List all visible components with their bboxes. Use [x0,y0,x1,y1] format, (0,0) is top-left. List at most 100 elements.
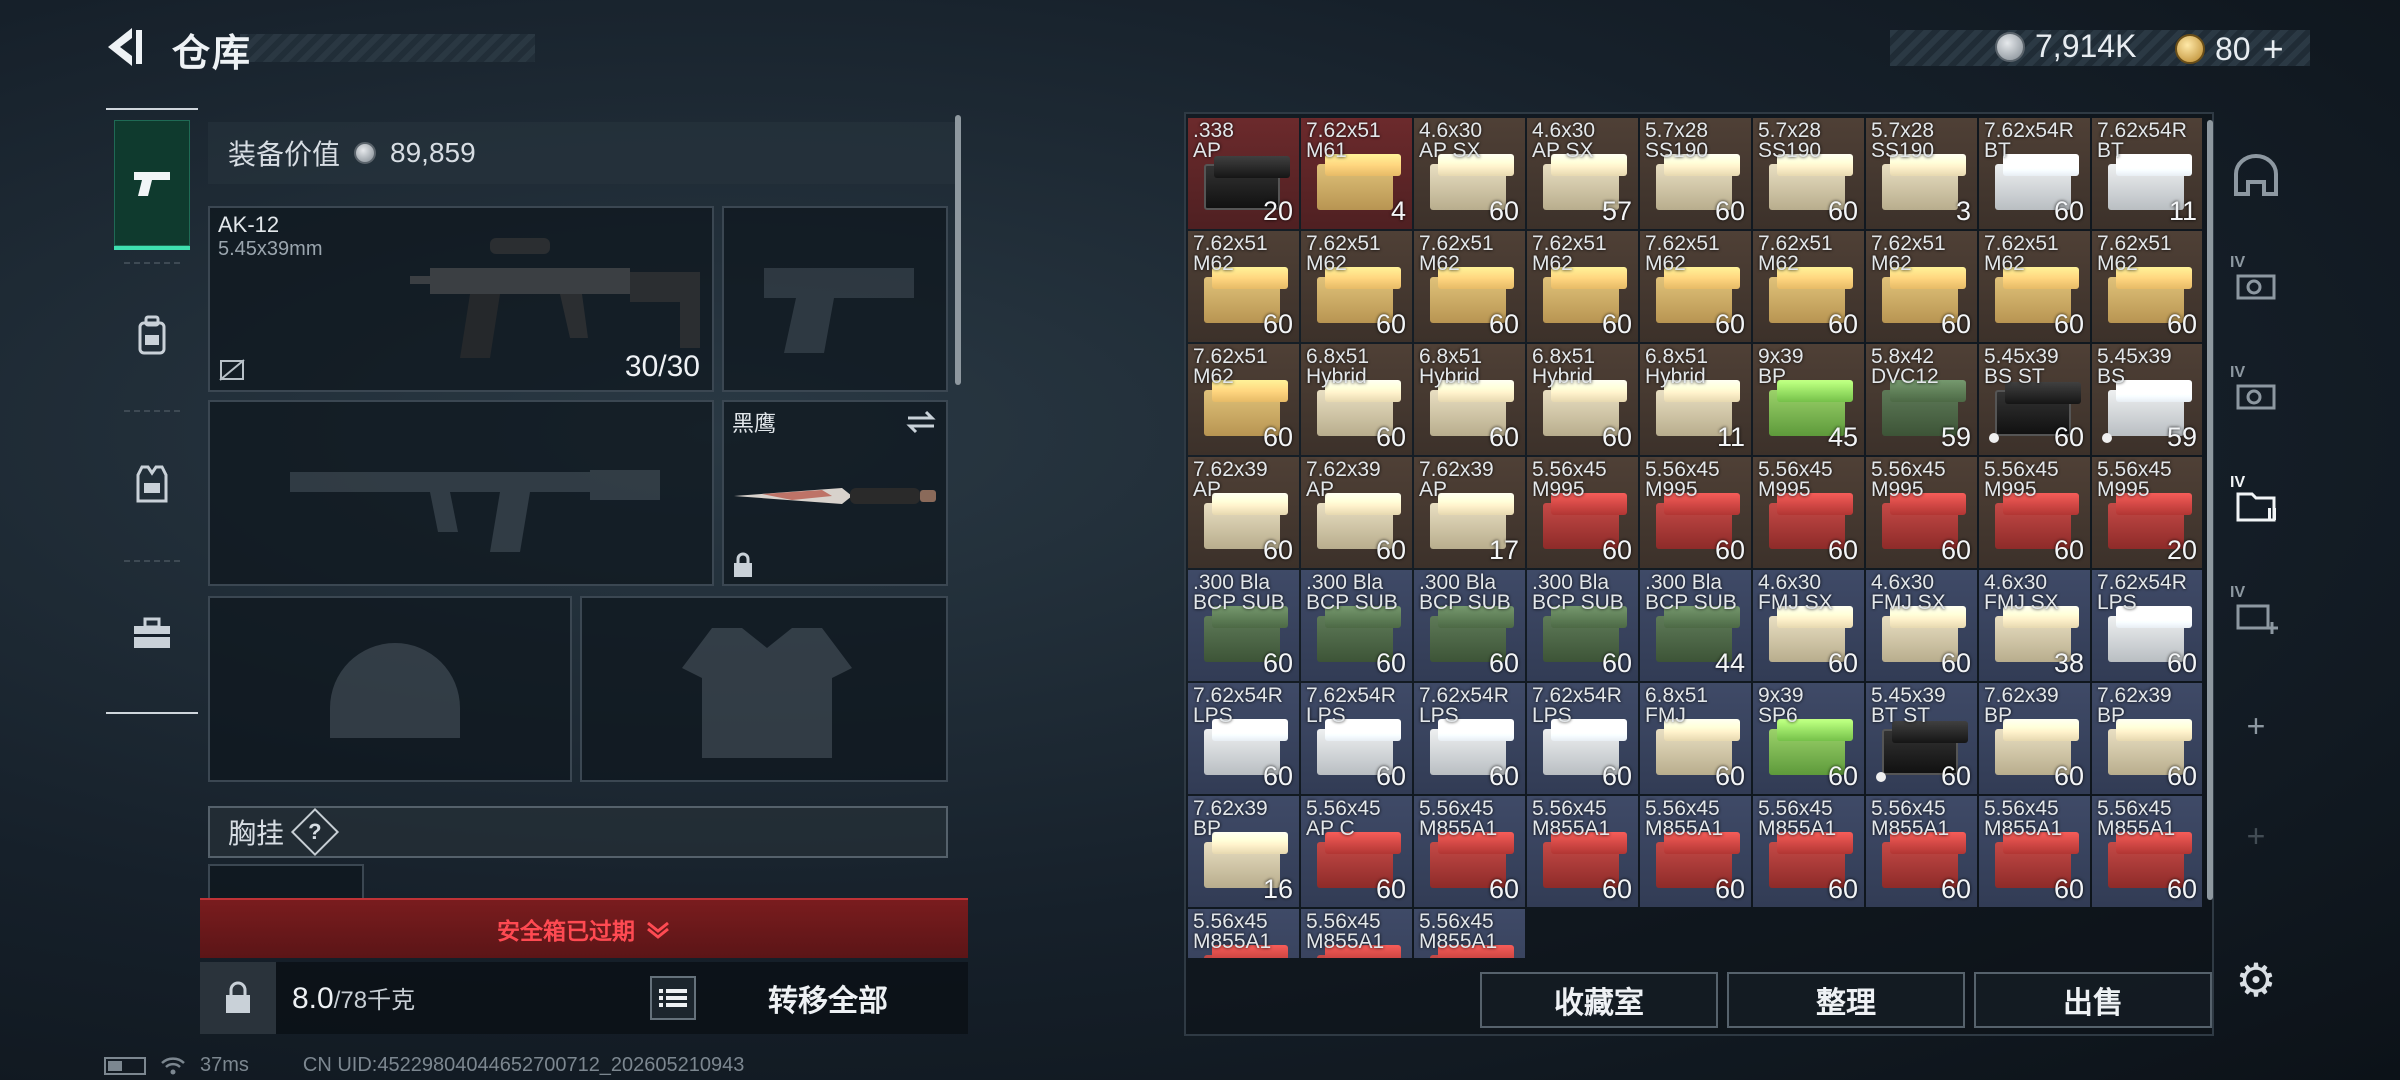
tab-container-1[interactable]: IV [2216,236,2296,336]
storage-item[interactable]: 7.62x39 AP 60 [1188,457,1299,568]
chest-rig-slot[interactable] [208,864,364,900]
storage-item[interactable]: 7.62x39 BP 60 [1979,683,2090,794]
storage-item[interactable]: 5.56x45 M995 60 [1640,457,1751,568]
storage-item[interactable]: 5.56x45 M855A1 60 [1753,796,1864,907]
storage-item[interactable]: 7.62x54R LPS 60 [1188,683,1299,794]
storage-item[interactable]: 7.62x54R LPS 60 [2092,570,2202,681]
tab-add-slot-2[interactable]: + [2216,786,2296,886]
storage-item[interactable]: 5.56x45 M995 60 [1866,457,1977,568]
storage-item[interactable]: 5.7x28 SS190 60 [1753,118,1864,229]
storage-item[interactable]: 5.56x45 M855A1 60 [1979,796,2090,907]
storage-item[interactable]: 7.62x39 BP 60 [2092,683,2202,794]
storage-item[interactable]: .300 Bla BCP SUB 60 [1188,570,1299,681]
storage-item[interactable]: 7.62x39 AP 17 [1414,457,1525,568]
storage-item[interactable]: 6.8x51 Hybrid 60 [1301,344,1412,455]
storage-item[interactable]: 7.62x51 M62 60 [1527,231,1638,342]
storage-item[interactable]: 4.6x30 FMJ SX 38 [1979,570,2090,681]
nav-weapon[interactable] [114,120,190,250]
storage-item[interactable]: 7.62x54R LPS 60 [1414,683,1525,794]
tab-container-2[interactable]: IV [2216,346,2296,446]
storage-item[interactable]: 5.7x28 SS190 3 [1866,118,1977,229]
storage-item[interactable]: 6.8x51 Hybrid 11 [1640,344,1751,455]
storage-item[interactable]: 5.56x45 M995 20 [2092,457,2202,568]
storage-item[interactable]: 5.56x45 M995 60 [1527,457,1638,568]
coin-balance[interactable]: 7,914K [1995,28,2136,65]
collection-room-button[interactable]: 收藏室 [1480,972,1718,1028]
storage-item[interactable]: 5.56x45 M855A1 60 [1640,796,1751,907]
storage-item[interactable]: 6.8x51 FMJ 60 [1640,683,1751,794]
helmet-slot[interactable] [208,596,572,782]
storage-item[interactable]: 5.7x28 SS190 60 [1640,118,1751,229]
add-currency-icon[interactable]: + [2263,28,2284,70]
container-lock-button[interactable] [200,962,276,1034]
storage-item[interactable]: 5.56x45 M855A1 60 [1866,796,1977,907]
storage-scrollbar[interactable] [2207,120,2213,900]
storage-item[interactable]: 7.62x51 M62 60 [1414,231,1525,342]
storage-item[interactable]: 5.56x45 M855A1 [1414,909,1525,958]
tab-stash[interactable] [2216,126,2296,226]
storage-item[interactable]: 5.8x42 DVC12 59 [1866,344,1977,455]
nav-toolbox[interactable] [114,568,190,698]
help-icon[interactable]: ? [290,807,340,857]
storage-item[interactable]: 4.6x30 FMJ SX 60 [1866,570,1977,681]
storage-item[interactable]: 9x39 SP6 60 [1753,683,1864,794]
tab-add-slot-1[interactable]: + [2216,676,2296,776]
storage-item[interactable]: 5.56x45 M855A1 60 [1414,796,1525,907]
armor-slot[interactable] [580,596,948,782]
storage-item[interactable]: 7.62x54R LPS 60 [1527,683,1638,794]
storage-item[interactable]: 4.6x30 FMJ SX 60 [1753,570,1864,681]
storage-item[interactable]: .300 Bla BCP SUB 44 [1640,570,1751,681]
settings-button[interactable]: ⚙ [2226,950,2286,1010]
storage-item[interactable]: 7.62x54R BT 60 [1979,118,2090,229]
loadout-scrollbar[interactable] [955,115,961,385]
tab-container-add[interactable]: IV [2216,566,2296,666]
tab-container-3[interactable]: IV [2216,456,2296,556]
storage-item[interactable]: 7.62x39 AP 60 [1301,457,1412,568]
storage-item[interactable]: 7.62x51 M62 60 [1640,231,1751,342]
melee-slot[interactable]: 黑鹰 [722,400,948,586]
storage-item[interactable]: 7.62x51 M62 60 [1188,231,1299,342]
sell-button[interactable]: 出售 [1974,972,2212,1028]
storage-item[interactable]: 7.62x51 M62 60 [1866,231,1977,342]
storage-item[interactable]: 7.62x51 M61 4 [1301,118,1412,229]
storage-item[interactable]: 7.62x54R LPS 60 [1301,683,1412,794]
back-button[interactable] [98,22,148,72]
storage-item[interactable]: 5.45x39 BS ST 60 [1979,344,2090,455]
storage-item[interactable]: .300 Bla BCP SUB 60 [1301,570,1412,681]
organize-button[interactable]: 整理 [1727,972,1965,1028]
list-view-button[interactable] [650,976,696,1020]
storage-item[interactable]: 5.45x39 BT ST 60 [1866,683,1977,794]
storage-item[interactable]: 7.62x39 BP 16 [1188,796,1299,907]
secondary-weapon-slot[interactable] [208,400,714,586]
storage-item[interactable]: .338 AP 20 [1188,118,1299,229]
storage-item[interactable]: .300 Bla BCP SUB 60 [1414,570,1525,681]
storage-item[interactable]: 7.62x51 M62 60 [1188,344,1299,455]
storage-item[interactable]: 5.56x45 M855A1 [1188,909,1299,958]
storage-item[interactable]: 5.56x45 M855A1 [1301,909,1412,958]
storage-item[interactable]: 7.62x51 M62 60 [1753,231,1864,342]
storage-item[interactable]: 4.6x30 AP SX 57 [1527,118,1638,229]
nav-armor[interactable] [114,418,190,548]
gold-balance[interactable]: 80 + [2175,28,2284,70]
primary-weapon-slot[interactable]: AK-12 5.45x39mm 30/30 [208,206,714,392]
storage-item[interactable]: 7.62x51 M62 60 [1979,231,2090,342]
storage-item[interactable]: 4.6x30 AP SX 60 [1414,118,1525,229]
storage-item[interactable]: .300 Bla BCP SUB 60 [1527,570,1638,681]
storage-item[interactable]: 5.56x45 M855A1 60 [2092,796,2202,907]
storage-item[interactable]: 5.56x45 M995 60 [1979,457,2090,568]
storage-item[interactable]: 6.8x51 Hybrid 60 [1414,344,1525,455]
storage-item[interactable]: 5.56x45 M855A1 60 [1527,796,1638,907]
safe-box-expired-banner[interactable]: 安全箱已过期 [200,898,968,958]
storage-item[interactable]: 6.8x51 Hybrid 60 [1527,344,1638,455]
storage-item[interactable]: 9x39 BP 45 [1753,344,1864,455]
storage-item[interactable]: 7.62x51 M62 60 [2092,231,2202,342]
transfer-all-button[interactable]: 转移全部 [708,968,948,1028]
nav-backpack[interactable] [114,270,190,400]
swap-icon[interactable] [904,408,938,436]
storage-item[interactable]: 5.56x45 AP C 60 [1301,796,1412,907]
sidearm-slot[interactable] [722,206,948,392]
storage-item[interactable]: 5.45x39 BS 59 [2092,344,2202,455]
storage-item[interactable]: 7.62x51 M62 60 [1301,231,1412,342]
storage-item[interactable]: 5.56x45 M995 60 [1753,457,1864,568]
storage-item[interactable]: 7.62x54R BT 11 [2092,118,2202,229]
